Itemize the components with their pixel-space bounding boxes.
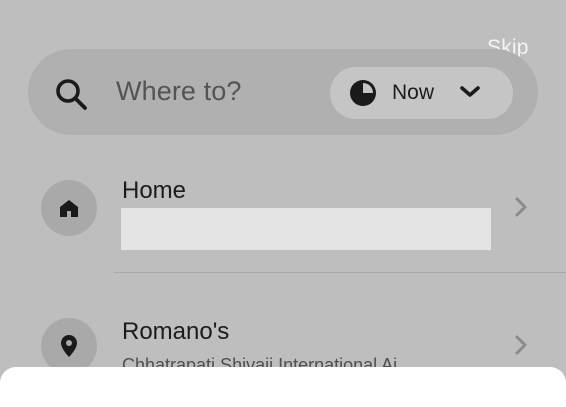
- search-input[interactable]: Where to?: [116, 76, 241, 107]
- bottom-sheet[interactable]: [0, 367, 566, 407]
- chevron-right-icon: [515, 335, 527, 355]
- chevron-down-icon: [460, 86, 480, 97]
- home-icon: [60, 200, 78, 217]
- row-divider: [114, 272, 566, 273]
- ride-home-screen: Skip Where to? Now Home Romano's Chhatra…: [0, 0, 566, 407]
- pickup-time-label: Now: [392, 81, 435, 104]
- search-icon: [56, 79, 87, 110]
- location-pin-icon: [61, 335, 77, 357]
- clock-icon: [350, 80, 376, 106]
- saved-place-title: Home: [122, 177, 187, 204]
- redacted-address: [121, 208, 491, 250]
- saved-place-title: Romano's: [122, 318, 230, 345]
- chevron-right-icon: [515, 197, 527, 217]
